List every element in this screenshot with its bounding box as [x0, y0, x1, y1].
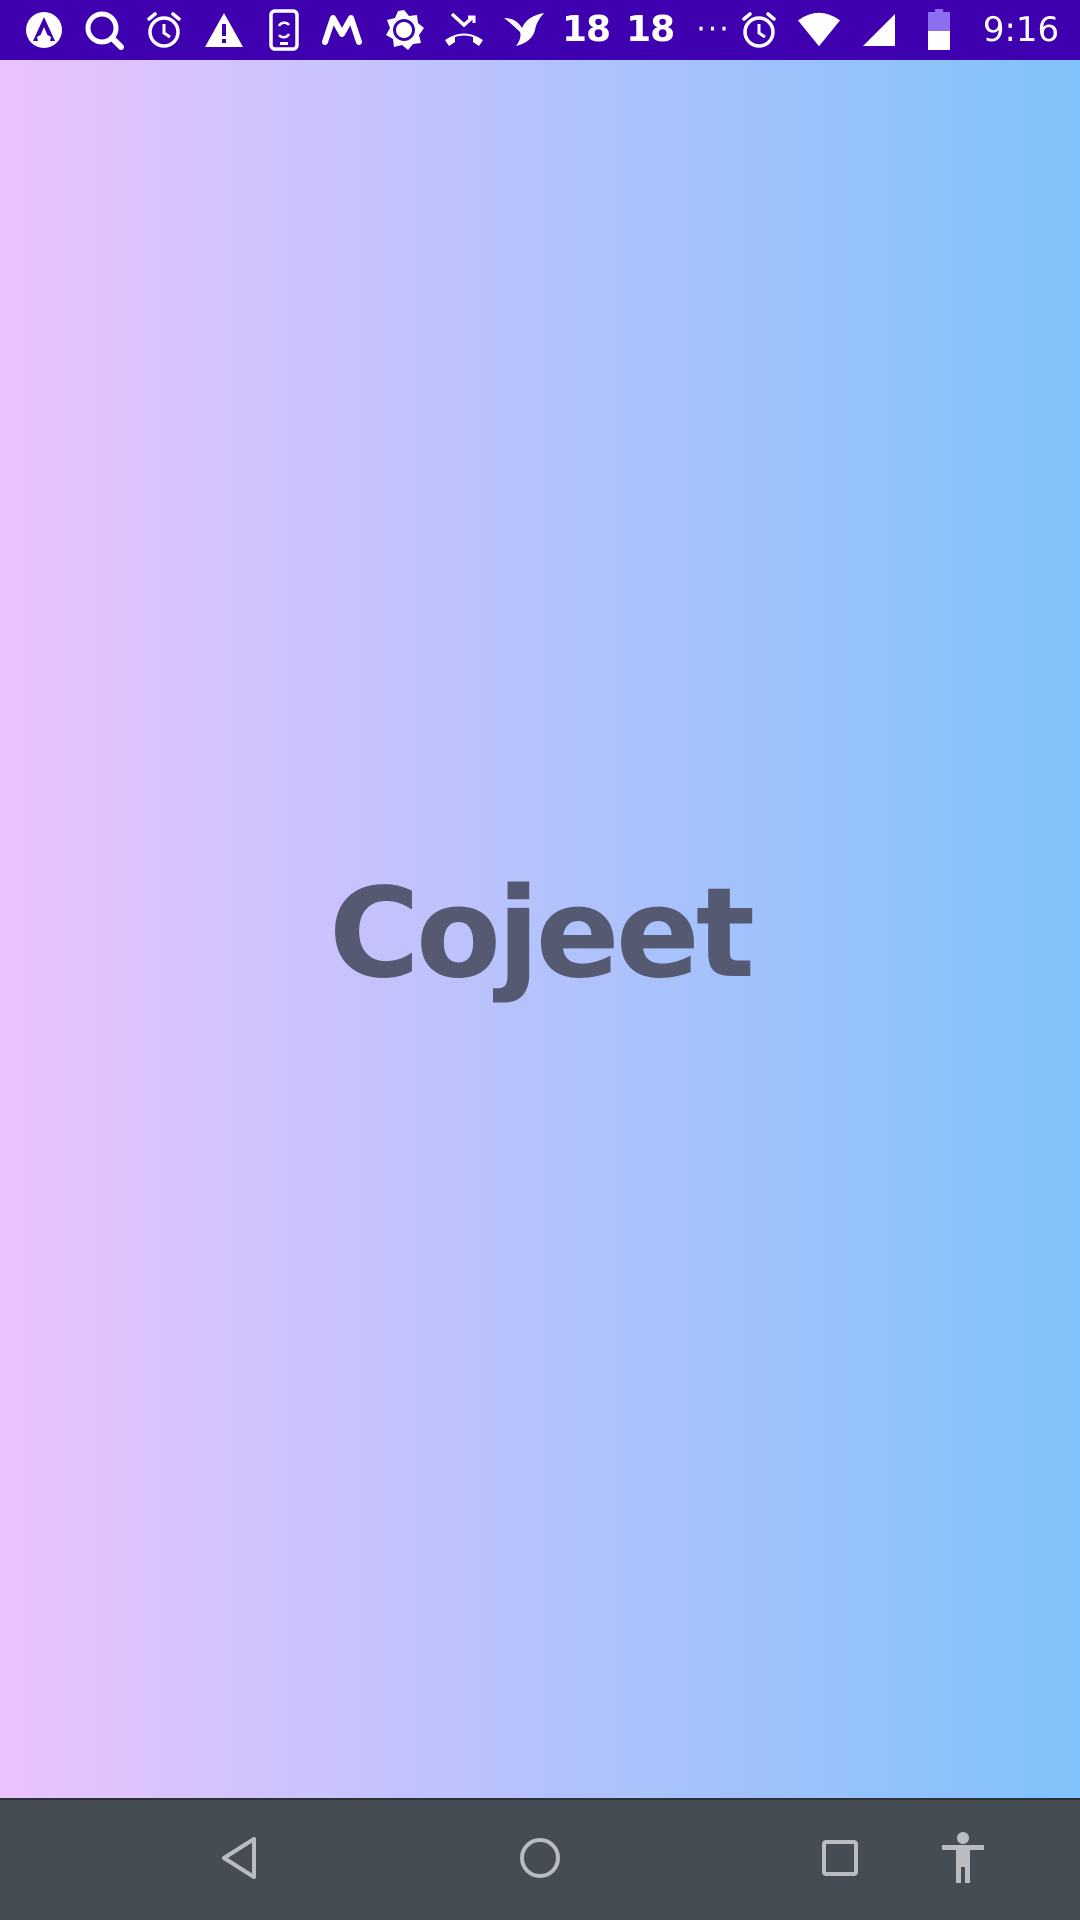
- warning-icon: [202, 8, 246, 52]
- status-bar: 18 18 ··· 9:16: [0, 0, 1080, 60]
- back-icon: [218, 1835, 262, 1885]
- more-notifications-indicator: ···: [696, 12, 731, 47]
- splash-background: Cojeet: [0, 60, 1080, 1798]
- back-button[interactable]: [185, 1800, 295, 1920]
- wifi-icon: [797, 8, 841, 52]
- battery-icon: [917, 8, 961, 52]
- navigation-bar: [0, 1798, 1080, 1920]
- bird-icon: [502, 8, 546, 52]
- phone-sync-icon: [262, 8, 306, 52]
- status-bar-notification-icons: 18 18 ···: [22, 0, 737, 60]
- missed-call-icon: [442, 8, 486, 52]
- notification-badge-18-second: 18: [626, 9, 675, 50]
- android-auto-icon: [22, 8, 66, 52]
- brightness-icon: [382, 8, 426, 52]
- status-bar-time: 9:16: [982, 10, 1060, 50]
- accessibility-button[interactable]: [908, 1800, 1018, 1920]
- recents-icon: [820, 1838, 860, 1882]
- app-title: Cojeet: [328, 862, 755, 1006]
- accessibility-icon: [939, 1831, 987, 1889]
- status-bar-system-icons: 9:16: [737, 0, 1059, 60]
- notification-badge-18: 18: [562, 9, 611, 50]
- myntra-icon: [322, 8, 366, 52]
- alarm-icon: [737, 8, 781, 52]
- splash-screen: 18 18 ··· 9:16 Cojeet: [0, 0, 1080, 1920]
- search-icon: [82, 8, 126, 52]
- recents-button[interactable]: [785, 1800, 895, 1920]
- alarm-icon: [142, 8, 186, 52]
- home-icon: [518, 1836, 562, 1884]
- home-button[interactable]: [485, 1800, 595, 1920]
- cellular-signal-icon: [857, 8, 901, 52]
